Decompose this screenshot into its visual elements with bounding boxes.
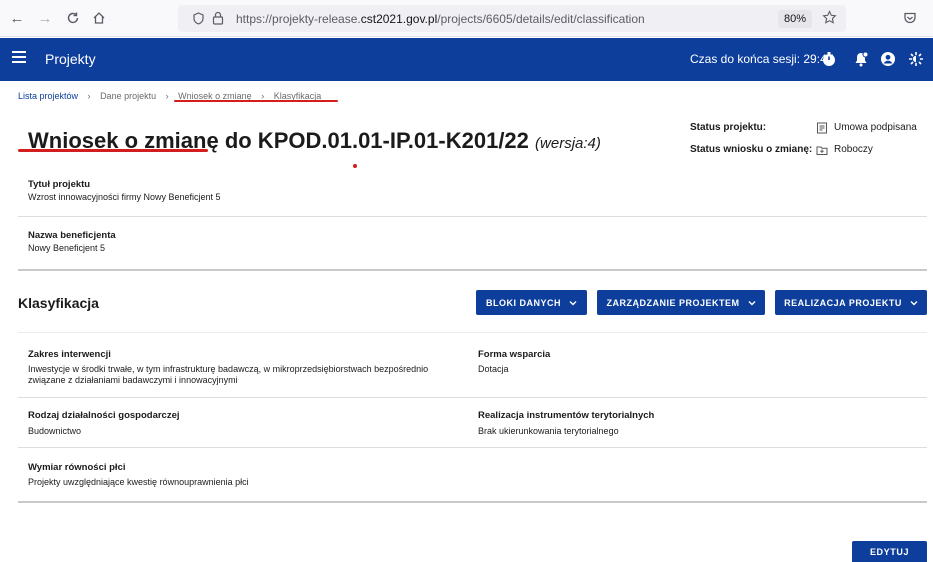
business-activity-value: Budownictwo: [28, 426, 82, 436]
project-management-button-label: ZARZĄDZANIE PROJEKTEM: [606, 297, 740, 308]
project-management-dropdown-button[interactable]: ZARZĄDZANIE PROJEKTEM: [597, 290, 765, 315]
panel-bottom-border: [18, 501, 927, 503]
territorial-instruments-value: Brak ukierunkowania terytorialnego: [478, 426, 619, 436]
divider: [18, 332, 927, 333]
annotation-underline-breadcrumb: [174, 100, 338, 102]
forward-icon[interactable]: →: [36, 9, 54, 27]
request-status-value: Roboczy: [834, 144, 873, 155]
notification-bell-icon[interactable]: [853, 51, 869, 67]
support-form-label: Forma wsparcia: [478, 349, 551, 360]
business-activity-label: Rodzaj działalności gospodarczej: [28, 410, 180, 421]
version-label: (wersja:4): [535, 135, 601, 152]
menu-icon[interactable]: [12, 51, 26, 65]
support-form-value: Dotacja: [478, 364, 509, 374]
edit-button[interactable]: EDYTUJ: [852, 541, 927, 562]
divider: [18, 397, 927, 398]
divider: [18, 216, 927, 217]
project-execution-dropdown-button[interactable]: REALIZACJA PROJEKTU: [775, 290, 927, 315]
breadcrumb-separator-icon: ›: [165, 91, 169, 101]
breadcrumb-project-data[interactable]: Dane projektu: [100, 91, 156, 101]
session-timer: Czas do końca sesji: 29:47: [690, 52, 834, 66]
address-bar[interactable]: https://projekty-release.cst2021.gov.pl/…: [178, 5, 846, 32]
section-title: Klasyfikacja: [18, 295, 99, 311]
project-execution-button-label: REALIZACJA PROJEKTU: [784, 297, 902, 308]
browser-toolbar: ← → https://projekty-release.cst2021.gov…: [0, 0, 933, 37]
project-title-label: Tytuł projektu: [28, 179, 91, 190]
folder-plus-icon: [816, 146, 828, 155]
pocket-icon[interactable]: [903, 11, 917, 25]
data-blocks-dropdown-button[interactable]: BLOKI DANYCH: [476, 290, 587, 315]
annotation-dot: [353, 164, 357, 168]
shield-icon: [193, 12, 204, 25]
document-icon: [817, 122, 827, 134]
beneficiary-value: Nowy Beneficjent 5: [28, 243, 106, 253]
breadcrumb-projects-list[interactable]: Lista projektów: [18, 91, 78, 101]
back-icon[interactable]: ←: [8, 9, 26, 27]
intervention-label: Zakres interwencji: [28, 349, 111, 360]
bookmark-star-icon[interactable]: [822, 10, 837, 25]
zoom-level[interactable]: 80%: [778, 10, 813, 28]
home-icon[interactable]: [90, 9, 108, 27]
annotation-underline-title: [18, 149, 208, 152]
lock-icon: [212, 11, 224, 25]
request-status-label: Status wniosku o zmianę:: [690, 144, 813, 155]
project-title-value: Wzrost innowacyjności firmy Nowy Benefic…: [28, 192, 221, 202]
reload-icon[interactable]: [64, 9, 82, 27]
divider: [18, 447, 927, 448]
gender-equality-label: Wymiar równości płci: [28, 462, 126, 473]
data-blocks-button-label: BLOKI DANYCH: [486, 297, 561, 308]
gender-equality-value: Projekty uwzględniające kwestię równoupr…: [28, 477, 249, 487]
chevron-down-icon: [569, 300, 577, 305]
url-text: https://projekty-release.cst2021.gov.pl/…: [236, 12, 645, 26]
project-status-label: Status projektu:: [690, 122, 767, 133]
contrast-settings-icon[interactable]: [908, 51, 924, 67]
stopwatch-icon[interactable]: [821, 51, 837, 67]
chevron-down-icon: [910, 300, 918, 305]
panel-bottom-border: [18, 269, 927, 271]
beneficiary-label: Nazwa beneficjenta: [28, 230, 116, 241]
user-account-icon[interactable]: [880, 51, 896, 67]
intervention-value: Inwestycje w środki trwałe, w tym infras…: [28, 364, 429, 385]
app-title[interactable]: Projekty: [45, 51, 96, 67]
app-header: Projekty Czas do końca sesji: 29:47: [0, 38, 933, 81]
territorial-instruments-label: Realizacja instrumentów terytorialnych: [478, 410, 655, 421]
chevron-down-icon: [748, 300, 755, 305]
breadcrumb-separator-icon: ›: [87, 91, 91, 101]
project-status-value: Umowa podpisana: [834, 122, 917, 133]
